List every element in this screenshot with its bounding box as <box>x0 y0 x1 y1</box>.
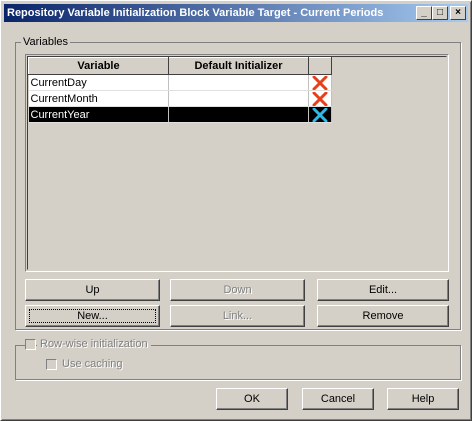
delete-x-icon[interactable] <box>312 91 328 106</box>
variables-group-label: Variables <box>21 36 71 49</box>
delete-cell[interactable] <box>308 90 332 107</box>
table-row[interactable]: CurrentDay <box>28 74 332 91</box>
use-caching-checkbox[interactable] <box>46 359 57 370</box>
delete-cell[interactable] <box>308 74 332 91</box>
rowwise-label: Row-wise initialization <box>40 338 148 350</box>
maximize-button[interactable]: □ <box>432 6 448 20</box>
maximize-icon: □ <box>436 7 444 18</box>
edit-button[interactable]: Edit... <box>317 279 449 301</box>
window-title: Repository Variable Initialization Block… <box>7 7 384 19</box>
delete-x-icon[interactable] <box>312 107 328 122</box>
close-button[interactable]: × <box>450 6 466 20</box>
down-button[interactable]: Down <box>170 279 305 301</box>
minimize-button[interactable]: _ <box>416 6 432 20</box>
ok-button[interactable]: OK <box>216 388 288 410</box>
variable-cell[interactable]: CurrentMonth <box>28 90 169 107</box>
variables-table: Variable Default Initializer CurrentDay … <box>28 57 332 123</box>
up-button[interactable]: Up <box>25 279 160 301</box>
focus-rect <box>29 309 156 323</box>
new-button[interactable]: New... <box>25 305 160 327</box>
remove-button[interactable]: Remove <box>317 305 449 327</box>
title-bar[interactable]: Repository Variable Initialization Block… <box>4 4 468 22</box>
variables-list[interactable]: Variable Default Initializer CurrentDay … <box>25 54 449 272</box>
dialog-window: Repository Variable Initialization Block… <box>0 0 472 421</box>
initializer-cell[interactable] <box>168 90 309 107</box>
initializer-cell[interactable] <box>168 106 309 123</box>
delete-cell[interactable] <box>308 106 332 123</box>
variable-cell[interactable]: CurrentYear <box>28 106 169 123</box>
rowwise-label-bg: Row-wise initialization <box>37 338 151 351</box>
column-header-variable[interactable]: Variable <box>28 57 169 75</box>
column-header-default-initializer[interactable]: Default Initializer <box>168 57 309 75</box>
close-icon: × <box>455 7 461 18</box>
minimize-icon: _ <box>421 7 427 18</box>
use-caching-label: Use caching <box>62 358 123 370</box>
column-header-delete[interactable] <box>308 57 332 75</box>
initializer-cell[interactable] <box>168 74 309 91</box>
link-button[interactable]: Link... <box>170 305 305 327</box>
help-button[interactable]: Help <box>387 388 459 410</box>
table-row[interactable]: CurrentYear <box>28 106 332 123</box>
rowwise-checkbox[interactable] <box>25 339 36 350</box>
variable-cell[interactable]: CurrentDay <box>28 74 169 91</box>
cancel-button[interactable]: Cancel <box>302 388 374 410</box>
table-row[interactable]: CurrentMonth <box>28 90 332 107</box>
delete-x-icon[interactable] <box>312 75 328 90</box>
